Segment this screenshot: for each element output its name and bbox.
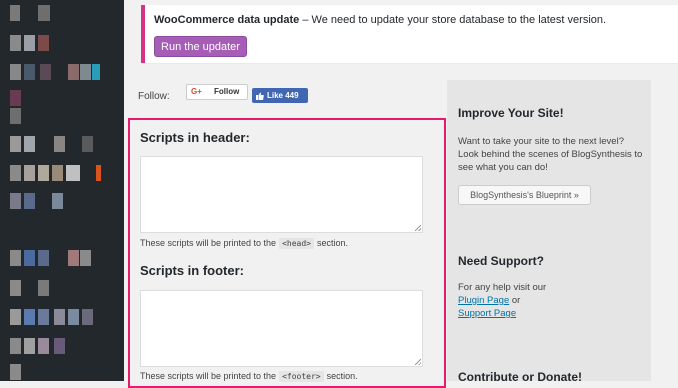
follow-label: Follow: bbox=[138, 91, 170, 102]
support-text: For any help visit our Plugin Page or Su… bbox=[458, 281, 643, 320]
head-tag-code: <head> bbox=[279, 238, 314, 249]
hint-text: section. bbox=[326, 371, 358, 381]
google-plus-follow-button[interactable]: G+ Follow bbox=[186, 84, 248, 100]
google-plus-follow-label: Follow bbox=[214, 87, 240, 96]
google-plus-icon: G+ bbox=[191, 87, 202, 96]
hint-text: These scripts will be printed to the bbox=[140, 371, 277, 381]
sidebar-info-panel: Improve Your Site! Want to take your sit… bbox=[447, 80, 651, 384]
improve-site-text: Want to take your site to the next level… bbox=[458, 136, 643, 173]
or-text: or bbox=[509, 295, 521, 306]
need-support-title: Need Support? bbox=[458, 254, 544, 268]
hint-text: section. bbox=[316, 238, 349, 248]
notice-message: WooCommerce data update – We need to upd… bbox=[154, 14, 606, 26]
plugin-page-link[interactable]: Plugin Page bbox=[458, 295, 509, 306]
footer-scripts-textarea[interactable] bbox=[140, 290, 423, 367]
footer-scripts-hint: These scripts will be printed to the <foo… bbox=[140, 371, 358, 382]
support-page-link[interactable]: Support Page bbox=[458, 308, 516, 319]
notice-text: – We need to update your store database … bbox=[299, 14, 607, 26]
hint-text: These scripts will be printed to the bbox=[140, 238, 277, 248]
admin-sidebar bbox=[0, 0, 124, 381]
woocommerce-update-notice: WooCommerce data update – We need to upd… bbox=[141, 5, 678, 63]
footer-scripts-title: Scripts in footer: bbox=[140, 263, 245, 278]
header-scripts-textarea[interactable] bbox=[140, 156, 423, 233]
resize-handle-icon[interactable] bbox=[415, 225, 421, 231]
header-scripts-title: Scripts in header: bbox=[140, 130, 250, 145]
header-scripts-hint: These scripts will be printed to the <hea… bbox=[140, 238, 349, 249]
contribute-title: Contribute or Donate! bbox=[458, 370, 582, 384]
facebook-like-label: Like 449 bbox=[267, 91, 299, 100]
scripts-settings-box: Scripts in header: These scripts will be… bbox=[128, 118, 446, 388]
notice-title: WooCommerce data update bbox=[154, 14, 300, 26]
footer-tag-code: <footer> bbox=[279, 371, 324, 382]
facebook-like-button[interactable]: Like 449 bbox=[252, 88, 308, 103]
run-updater-button[interactable]: Run the updater bbox=[154, 36, 247, 57]
blueprint-button[interactable]: BlogSynthesis's Blueprint » bbox=[458, 185, 591, 205]
support-intro: For any help visit our bbox=[458, 282, 547, 293]
resize-handle-icon[interactable] bbox=[415, 359, 421, 365]
improve-site-title: Improve Your Site! bbox=[458, 106, 564, 120]
thumbs-up-icon bbox=[256, 92, 264, 100]
